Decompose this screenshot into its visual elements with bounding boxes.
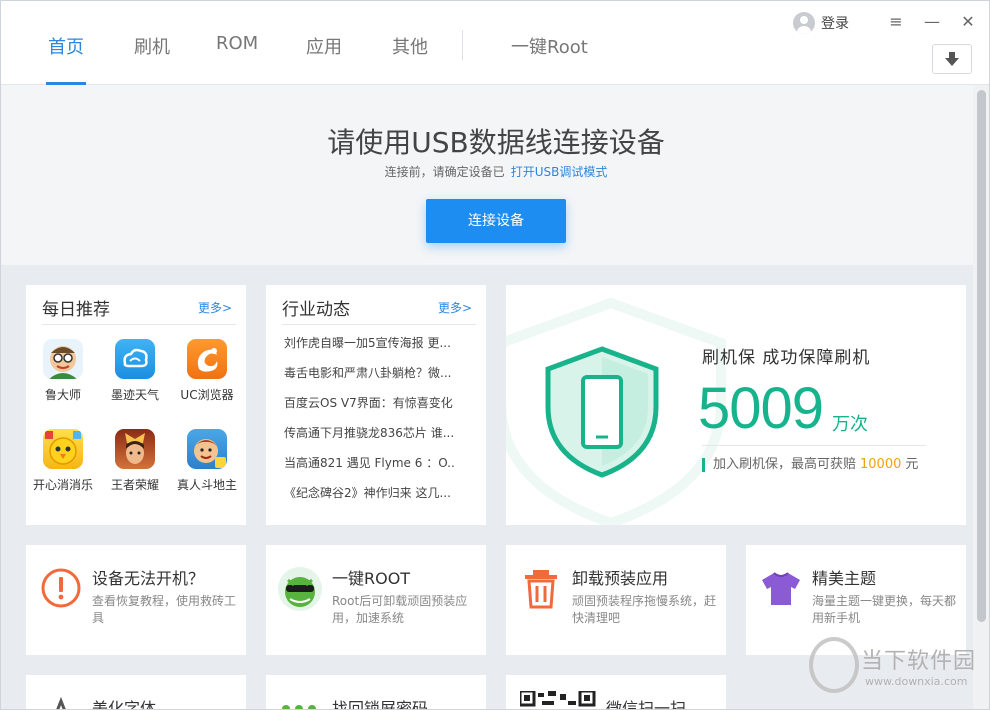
feature-card-root[interactable]: 一键ROOT Root后可卸载顽固预装应用，加速系统 — [266, 545, 486, 655]
feature-card-uninstall[interactable]: 卸载预装应用 顽固预装程序拖慢系统，赶快清理吧 — [506, 545, 726, 655]
card-title: 行业动态 — [282, 300, 350, 320]
news-item[interactable]: 《纪念碑谷2》神作归来 这几... — [284, 485, 454, 515]
app-moji-weather[interactable]: 墨迹天气 — [95, 339, 175, 403]
news-item[interactable]: 传高通下月推骁龙836芯片 谁... — [284, 425, 454, 455]
more-link[interactable]: 更多> — [438, 299, 472, 316]
site-watermark: 当下软件园 www.downxia.com — [809, 637, 987, 699]
feature-card-unlock[interactable]: 找回锁屏密码 — [266, 675, 486, 710]
feature-title: 精美主题 — [812, 569, 877, 588]
feature-title: 美化字体 — [92, 699, 157, 710]
promo-note: 加入刷机保，最高可获赔 10000 元 — [702, 458, 918, 472]
promo-note-suffix: 元 — [905, 457, 919, 472]
login-button[interactable]: 登录 — [793, 11, 849, 35]
feature-title: 一键ROOT — [332, 569, 411, 588]
minimize-icon[interactable]: — — [921, 11, 943, 33]
app-uc-browser[interactable]: UC浏览器 — [167, 339, 247, 403]
app-label: 真人斗地主 — [176, 478, 237, 492]
tshirt-icon — [762, 572, 800, 605]
feature-desc: 海量主题一键更换，每天都用新手机 — [812, 594, 957, 625]
promo-divider — [702, 445, 926, 446]
happy-elimination-icon — [43, 429, 83, 469]
honor-of-kings-icon — [115, 429, 155, 469]
tab-apps[interactable]: 应用 — [306, 33, 342, 85]
hero-subtitle: 连接前，请确定设备已 打开USB调试模式 — [1, 163, 989, 180]
news-list: 刘作虎自曝一加5宣传海报 更... 毒舌电影和严肃八卦躺枪？微... 百度云OS… — [284, 335, 454, 515]
feature-desc: Root后可卸载顽固预装应用，加速系统 — [332, 594, 468, 625]
daily-recommend-card: 每日推荐 更多> 鲁大师 墨迹天气 UC浏览器 开心消消乐 王者荣耀 真人斗地主 — [26, 285, 246, 525]
feature-title: 找回锁屏密码 — [332, 699, 429, 710]
promo-title: 刷机保 成功保障刷机 — [702, 348, 871, 368]
tab-home[interactable]: 首页 — [46, 33, 86, 85]
promo-amount: 10000 — [860, 457, 902, 472]
feature-desc: 顽固预装程序拖慢系统，赶快清理吧 — [572, 594, 717, 625]
tab-flash[interactable]: 刷机 — [134, 33, 170, 85]
usb-debug-link[interactable]: 打开USB调试模式 — [511, 165, 608, 179]
login-label: 登录 — [821, 16, 849, 32]
moji-weather-icon — [115, 339, 155, 379]
app-label: 开心消消乐 — [32, 478, 93, 492]
feature-card-unbootable[interactable]: 设备无法开机？ 查看恢复教程，使用救砖工具 — [26, 545, 246, 655]
app-label: 鲁大师 — [44, 388, 81, 402]
watermark-logo-icon — [809, 637, 859, 693]
font-icon — [56, 696, 66, 709]
app-doudizhu[interactable]: 真人斗地主 — [167, 429, 247, 493]
feature-desc: 查看恢复教程，使用救砖工具 — [92, 594, 237, 625]
vertical-scrollbar[interactable] — [973, 85, 989, 709]
tab-one-click-root[interactable]: 一键Root — [511, 33, 588, 85]
doudizhu-icon — [187, 429, 227, 469]
flash-guarantee-card[interactable]: 刷机保 成功保障刷机 5009 万次 加入刷机保，最高可获赔 10000 元 — [506, 285, 966, 525]
close-icon[interactable]: ✕ — [957, 11, 979, 33]
app-ludashi[interactable]: 鲁大师 — [23, 339, 103, 403]
industry-news-card: 行业动态 更多> 刘作虎自曝一加5宣传海报 更... 毒舌电影和严肃八卦躺枪？微… — [266, 285, 486, 525]
app-honor-of-kings[interactable]: 王者荣耀 — [95, 429, 175, 493]
news-item[interactable]: 百度云OS V7界面：有惊喜变化 — [284, 395, 454, 425]
app-label: UC浏览器 — [180, 388, 234, 402]
more-link[interactable]: 更多> — [198, 299, 232, 316]
root-mascot-icon — [278, 567, 322, 611]
top-nav: 首页 刷机 ROM 应用 其他 一键Root 登录 ≡ — ✕ — [1, 1, 989, 85]
news-item[interactable]: 刘作虎自曝一加5宣传海报 更... — [284, 335, 454, 365]
app-window: 首页 刷机 ROM 应用 其他 一键Root 登录 ≡ — ✕ 请使用USB数据… — [0, 0, 990, 710]
hero-subtitle-text: 连接前，请确定设备已 — [384, 165, 505, 179]
ludashi-icon — [43, 339, 83, 379]
qr-code-icon — [520, 691, 596, 707]
menu-icon[interactable]: ≡ — [885, 11, 907, 33]
password-dots-icon — [282, 705, 316, 709]
watermark-text: 当下软件园 — [861, 649, 977, 674]
warning-icon — [41, 568, 81, 608]
promo-unit: 万次 — [832, 414, 868, 435]
scrollbar-thumb[interactable] — [977, 90, 986, 622]
app-happy-elimination[interactable]: 开心消消乐 — [23, 429, 103, 493]
news-item[interactable]: 当高通821 遇见 Flyme 6 ：O... — [284, 455, 454, 485]
feature-title: 微信扫一扫 — [606, 699, 687, 710]
tab-divider — [462, 30, 463, 60]
app-label: 墨迹天气 — [110, 388, 159, 402]
trash-icon — [525, 570, 557, 609]
card-header: 每日推荐 更多> — [42, 293, 236, 325]
news-item[interactable]: 毒舌电影和严肃八卦躺枪？微... — [284, 365, 454, 395]
card-header: 行业动态 更多> — [282, 293, 476, 325]
card-title: 每日推荐 — [42, 300, 110, 320]
watermark-url: www.downxia.com — [865, 675, 968, 688]
avatar-icon — [793, 12, 815, 34]
feature-card-fonts[interactable]: 美化字体 — [26, 675, 246, 710]
feature-title: 卸载预装应用 — [572, 569, 669, 588]
feature-card-wechat-scan[interactable]: 微信扫一扫 — [506, 675, 726, 710]
connect-device-button[interactable]: 连接设备 — [426, 199, 566, 243]
promo-note-text: 加入刷机保，最高可获赔 — [713, 457, 857, 472]
uc-browser-icon — [187, 339, 227, 379]
hero-title: 请使用USB数据线连接设备 — [327, 126, 665, 159]
download-arrow-icon — [945, 52, 959, 66]
promo-count: 5009 — [698, 376, 824, 441]
download-button[interactable] — [932, 44, 972, 74]
feature-title: 设备无法开机？ — [92, 569, 205, 588]
connect-hero: 请使用USB数据线连接设备 连接前，请确定设备已 打开USB调试模式 连接设备 — [1, 85, 973, 265]
app-label: 王者荣耀 — [110, 478, 159, 492]
tab-rom[interactable]: ROM — [216, 33, 258, 85]
tab-other[interactable]: 其他 — [392, 33, 428, 85]
